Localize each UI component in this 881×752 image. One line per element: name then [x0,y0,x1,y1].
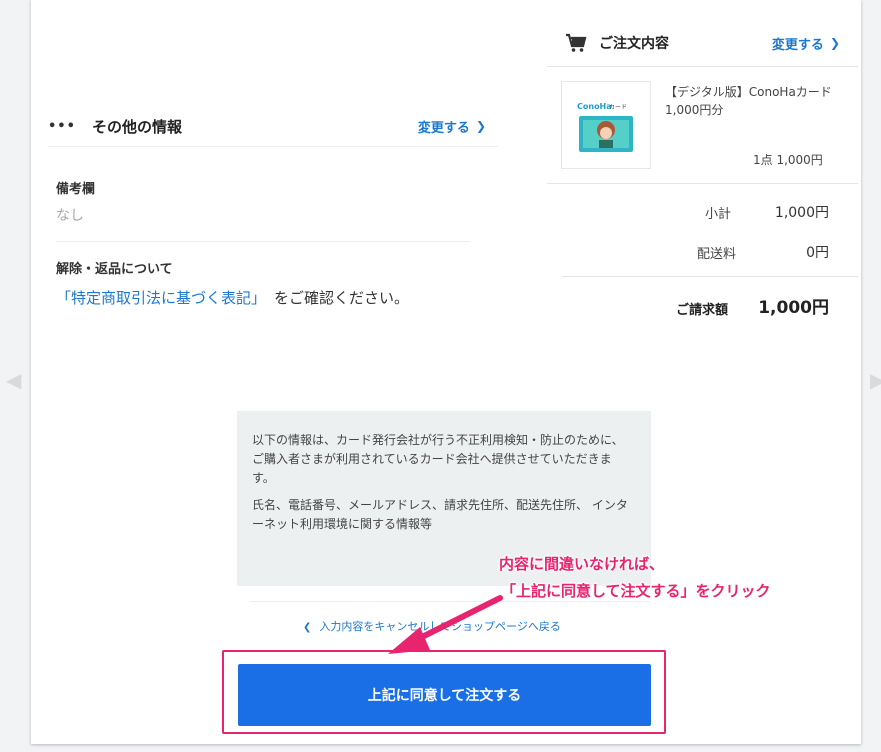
other-info-header: ••• その他の情報 変更する ❯ [48,106,498,147]
law-notice: 「特定商取引法に基づく表記」 をご確認ください。 [56,287,409,308]
thumb-suffix: カード [609,104,627,111]
chevron-right-icon: ❯ [829,36,840,50]
divider [56,241,470,242]
annotation-line: 「上記に同意して注文する」をクリック [501,582,771,600]
order-title: ご注文内容 [599,36,669,52]
other-info-edit-link[interactable]: 変更する ❯ [418,117,486,136]
subtotal-label: 小計 [705,207,732,222]
edit-label: 変更する [417,120,470,136]
order-header: ご注文内容 変更する ❯ [547,20,858,67]
product-thumbnail: ConoHa カード [561,81,651,169]
divider [562,276,858,277]
law-link[interactable]: 「特定商取引法に基づく表記」 [56,289,266,307]
conoha-card-image: ConoHa カード [571,94,641,156]
law-suffix: をご確認ください。 [274,289,410,307]
chevron-right-icon: ❯ [475,119,486,133]
total-value: 1,000円 [758,298,829,318]
cancel-link[interactable]: ❮ 入力内容をキャンセルしてショップページへ戻る [303,618,561,634]
cart-icon [566,33,587,52]
prev-page-icon: ◀ [6,368,22,392]
agree-and-order-button[interactable]: 上記に同意して注文する [238,664,651,726]
edit-label: 変更する [771,37,824,53]
other-info-title: その他の情報 [91,117,182,136]
total-label: ご請求額 [676,303,729,318]
shipping-label: 配送料 [697,247,737,262]
shipping-value: 0円 [806,245,829,261]
divider [250,601,650,602]
order-edit-link[interactable]: 変更する ❯ [772,34,840,53]
notice-paragraph: 以下の情報は、カード発行会社が行う不正利用検知・防止のために、ご購入者さまが利用… [252,433,624,485]
subtotal-value: 1,000円 [774,205,829,221]
thumb-brand: ConoHa [577,102,612,111]
more-dots-icon: ••• [48,118,76,134]
remarks-label: 備考欄 [56,182,96,197]
product-name: 【デジタル版】ConoHaカード 1,000円分 [665,85,832,117]
notice-paragraph: 氏名、電話番号、メールアドレス、請求先住所、配送先住所、 インターネット利用環境… [252,498,628,531]
product-qty: 1点 1,000円 [753,153,823,167]
cancellation-label: 解除・返品について [56,262,173,277]
cancel-label: 入力内容をキャンセルしてショップページへ戻る [319,620,561,633]
remarks-value: なし [56,208,84,224]
annotation-line: 内容に間違いなければ、 [499,555,665,573]
next-page-icon: ▶ [870,368,881,392]
chevron-left-icon: ❮ [303,622,312,633]
product-item: ConoHa カード 【デジタル版】ConoHaカード 1,000円分 1点 1… [547,67,858,184]
